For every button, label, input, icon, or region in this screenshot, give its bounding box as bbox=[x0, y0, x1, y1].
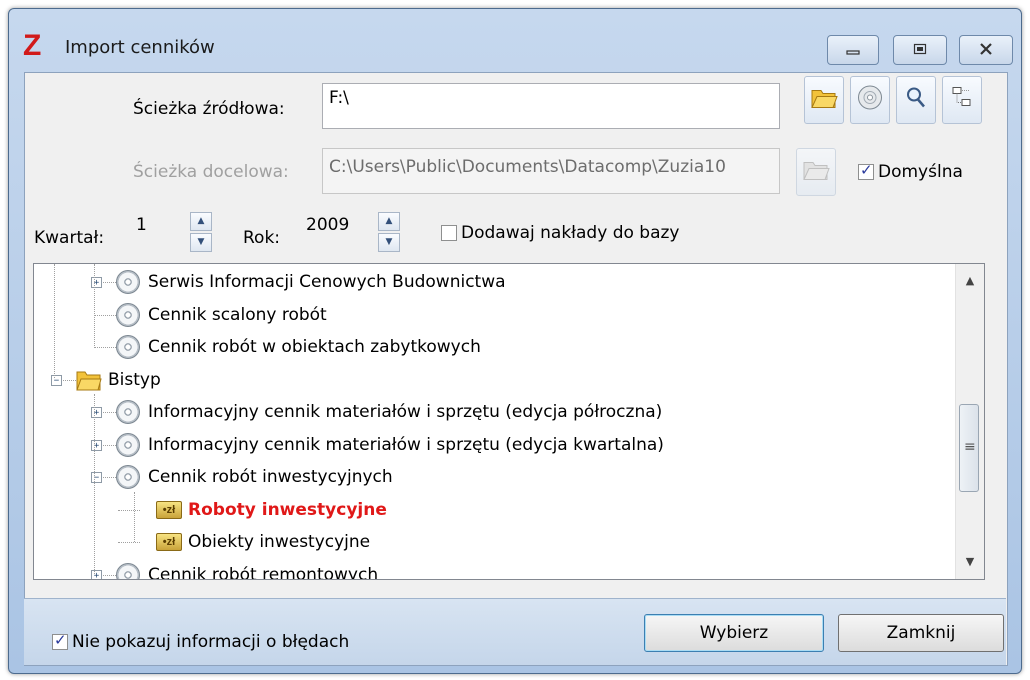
grip-icon: ≡ bbox=[964, 439, 976, 455]
disc-icon bbox=[116, 302, 140, 327]
tree-item-label: Bistyp bbox=[108, 369, 161, 390]
tree-connector bbox=[94, 314, 116, 316]
expand-icon[interactable]: + bbox=[91, 439, 102, 451]
restore-icon bbox=[913, 40, 927, 60]
window-title: Import cenników bbox=[65, 37, 215, 58]
tree-item-label: Cennik robót remontowych bbox=[148, 564, 379, 580]
tree-item-label: Serwis Informacji Cenowych Budownictwa bbox=[148, 272, 506, 292]
minimize-button[interactable] bbox=[827, 35, 879, 65]
tree-item-label: Informacyjny cennik materiałów i sprzętu… bbox=[148, 434, 664, 455]
disc-icon bbox=[116, 465, 140, 489]
tree-item-label: Cennik robót inwestycyjnych bbox=[148, 467, 393, 487]
quarter-input[interactable]: 1 bbox=[130, 211, 182, 251]
tree-item[interactable]: + Serwis Informacji Cenowych Budownictwa bbox=[34, 266, 954, 298]
disc-icon bbox=[116, 432, 140, 457]
tree-item-label: Cennik scalony robót bbox=[148, 304, 327, 325]
scroll-up-arrow-icon[interactable]: ▲ bbox=[956, 270, 984, 292]
price-icon: •zł bbox=[156, 500, 182, 519]
disc-icon bbox=[116, 400, 140, 424]
scroll-down-arrow-icon[interactable]: ▼ bbox=[956, 551, 984, 573]
expand-icon[interactable]: + bbox=[91, 407, 102, 418]
collapse-icon[interactable]: − bbox=[51, 374, 62, 386]
disc-icon bbox=[116, 562, 140, 579]
tree-item[interactable]: + Cennik robót remontowych bbox=[34, 559, 954, 580]
app-logo-icon: Z bbox=[23, 29, 42, 62]
tree-connector bbox=[94, 347, 116, 348]
default-path-label: Domyślna bbox=[878, 162, 963, 182]
expand-icon[interactable]: + bbox=[91, 277, 102, 288]
tree-item[interactable]: + Informacyjny cennik materiałów i sprzęt… bbox=[34, 429, 954, 461]
price-list-tree[interactable]: + Serwis Informacji Cenowych Budownictwa C… bbox=[33, 263, 985, 580]
tree-item[interactable]: •zł Roboty inwestycyjne bbox=[34, 494, 954, 526]
quarter-label: Kwartał: bbox=[34, 228, 105, 248]
down-arrow-icon[interactable]: ▼ bbox=[378, 233, 400, 252]
quarter-spinner[interactable]: ▲ ▼ bbox=[190, 212, 212, 254]
hide-errors-label: Nie pokazuj informacji o błędach bbox=[72, 632, 350, 652]
collapse-icon[interactable]: − bbox=[91, 472, 102, 483]
source-path-input[interactable]: F:\ bbox=[322, 83, 780, 129]
add-outlays-label: Dodawaj nakłady do bazy bbox=[461, 223, 680, 243]
disc-icon bbox=[116, 270, 140, 294]
year-input[interactable]: 2009 bbox=[300, 211, 370, 251]
hide-errors-checkbox[interactable] bbox=[52, 631, 68, 650]
tree-connector bbox=[134, 492, 135, 542]
search-icon bbox=[905, 86, 927, 115]
choose-button[interactable]: Wybierz bbox=[644, 614, 824, 652]
tree-item-label: Obiekty inwestycyjne bbox=[188, 532, 371, 552]
year-spinner[interactable]: ▲ ▼ bbox=[378, 212, 400, 254]
up-arrow-icon[interactable]: ▲ bbox=[378, 212, 400, 231]
browse-target-folder-button[interactable] bbox=[796, 148, 836, 196]
add-outlays-checkbox[interactable] bbox=[441, 225, 457, 241]
browse-folder-button[interactable] bbox=[804, 76, 844, 124]
default-path-checkbox[interactable] bbox=[858, 161, 874, 180]
tree-item[interactable]: − Bistyp bbox=[34, 364, 954, 396]
tree-item-label: Roboty inwestycyjne bbox=[188, 499, 387, 520]
tree-item[interactable]: Cennik robót w obiektach zabytkowych bbox=[34, 331, 954, 363]
title-bar[interactable]: Z Import cenników bbox=[9, 9, 1021, 81]
disc-icon bbox=[116, 335, 140, 359]
tree-item[interactable]: + Informacyjny cennik materiałów i sprzęt… bbox=[34, 396, 954, 428]
close-icon bbox=[978, 40, 994, 60]
tree-connector bbox=[118, 542, 140, 543]
tree-connector bbox=[94, 394, 95, 574]
tree-structure-icon bbox=[951, 85, 973, 116]
source-path-label: Ścieżka źródłowa: bbox=[133, 99, 285, 119]
close-button[interactable]: Zamknij bbox=[838, 614, 1004, 652]
restore-button[interactable] bbox=[893, 35, 947, 65]
target-path-label: Ścieżka docelowa: bbox=[133, 162, 289, 182]
tree-item[interactable]: •zł Obiekty inwestycyjne bbox=[34, 526, 954, 558]
tree-vertical-scrollbar[interactable]: ▲ ≡ ▼ bbox=[955, 264, 984, 579]
tree-item[interactable]: Cennik scalony robót bbox=[34, 299, 954, 331]
tree-item[interactable]: − Cennik robót inwestycyjnych bbox=[34, 461, 954, 493]
folder-icon bbox=[802, 158, 830, 187]
folder-open-icon bbox=[810, 86, 838, 115]
tree-item-label: Cennik robót w obiektach zabytkowych bbox=[148, 337, 481, 357]
down-arrow-icon[interactable]: ▼ bbox=[190, 233, 212, 252]
folder-icon bbox=[76, 369, 102, 391]
target-path-input[interactable]: C:\Users\Public\Documents\Datacomp\Zuzia… bbox=[322, 148, 780, 194]
minimize-icon bbox=[846, 40, 860, 60]
tree-item-label: Informacyjny cennik materiałów i sprzętu… bbox=[148, 402, 663, 422]
search-button[interactable] bbox=[896, 76, 936, 124]
browse-disc-button[interactable] bbox=[850, 76, 890, 124]
scroll-thumb[interactable]: ≡ bbox=[959, 404, 979, 492]
disc-icon bbox=[857, 85, 883, 116]
up-arrow-icon[interactable]: ▲ bbox=[190, 212, 212, 231]
price-icon: •zł bbox=[156, 533, 182, 551]
tree-connector bbox=[94, 264, 95, 346]
tree-view-button[interactable] bbox=[942, 76, 982, 124]
tree-connector bbox=[118, 509, 140, 511]
close-window-button[interactable] bbox=[959, 35, 1013, 65]
expand-icon[interactable]: + bbox=[91, 569, 102, 579]
tree-connector bbox=[54, 264, 55, 378]
year-label: Rok: bbox=[243, 228, 281, 248]
